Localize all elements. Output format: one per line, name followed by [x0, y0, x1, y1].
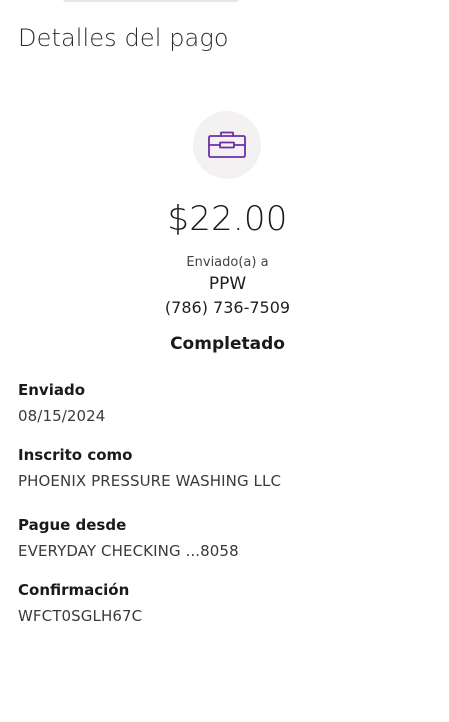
sent-date-value: 08/15/2024 — [18, 407, 106, 425]
confirmation-label: Confirmación — [18, 581, 130, 599]
pay-from-value: EVERYDAY CHECKING ...8058 — [18, 542, 239, 560]
enrolled-as-label: Inscrito como — [18, 446, 133, 464]
briefcase-icon — [207, 130, 247, 160]
pay-from-label: Pague desde — [18, 516, 127, 534]
recipient-name: PPW — [208, 274, 247, 294]
confirmation-value: WFCT0SGLH67C — [18, 607, 143, 625]
enrolled-as-value: PHOENIX PRESSURE WASHING LLC — [18, 472, 282, 490]
page-title: Detalles del pago — [18, 24, 229, 52]
payment-icon-badge — [193, 111, 261, 179]
sent-date-label: Enviado — [18, 381, 86, 399]
recipient-phone: (786) 736-7509 — [164, 298, 291, 317]
payment-status: Completado — [170, 334, 285, 354]
payment-amount: $22.00 — [167, 199, 288, 239]
sent-to-label: Enviado(a) a — [186, 255, 269, 270]
sheet-drag-handle[interactable] — [63, 0, 239, 2]
